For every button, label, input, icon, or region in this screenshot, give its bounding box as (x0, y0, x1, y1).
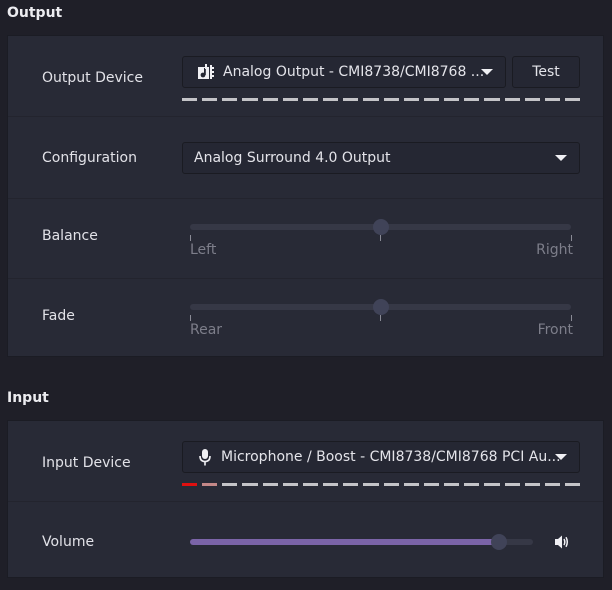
output-device-label: Output Device (42, 70, 143, 86)
configuration-label: Configuration (42, 150, 137, 166)
level-segment (383, 483, 399, 486)
level-segment (222, 98, 238, 101)
chevron-down-icon (555, 454, 567, 460)
level-segment (262, 98, 278, 101)
level-segment (504, 98, 520, 101)
configuration-value: Analog Surround 4.0 Output (194, 150, 391, 166)
balance-right-label: Right (536, 242, 573, 258)
level-segment (262, 483, 278, 486)
level-segment (484, 98, 500, 101)
fade-tick-right (571, 315, 572, 321)
level-segment (222, 483, 238, 486)
level-segment (242, 483, 258, 486)
balance-tick-center (380, 235, 381, 241)
level-segment (343, 98, 359, 101)
output-device-row: Output Device Analog Output - CMI8738/CM… (8, 36, 603, 117)
fade-rear-label: Rear (190, 322, 223, 338)
input-device-row: Input Device Microphone / Boost - CMI873… (8, 421, 603, 502)
speaker-volume-high-icon[interactable] (554, 534, 570, 550)
level-segment (524, 483, 540, 486)
configuration-combo[interactable]: Analog Surround 4.0 Output (182, 142, 580, 174)
level-segment (363, 98, 379, 101)
level-segment (302, 98, 319, 101)
output-section-title: Output (7, 5, 63, 21)
level-segment (564, 483, 581, 486)
level-segment (182, 483, 198, 486)
audio-card-icon (197, 64, 215, 80)
chevron-down-icon (481, 69, 493, 75)
level-segment (202, 483, 218, 486)
test-button[interactable]: Test (512, 56, 580, 88)
balance-slider-handle[interactable] (372, 219, 389, 235)
balance-row: Balance Left Right (8, 198, 603, 279)
volume-slider-fill (190, 539, 499, 545)
level-segment (464, 483, 480, 486)
output-device-combo[interactable]: Analog Output - CMI8738/CMI8768 ... (182, 56, 506, 88)
level-segment (544, 98, 560, 101)
input-level-meter (182, 483, 581, 486)
balance-tick-right (571, 235, 572, 241)
microphone-icon (199, 448, 211, 466)
output-level-meter (182, 98, 581, 101)
level-segment (444, 98, 460, 101)
level-segment (302, 483, 319, 486)
input-panel: Input Device Microphone / Boost - CMI873… (7, 420, 604, 578)
level-segment (363, 483, 379, 486)
chevron-down-icon (555, 155, 567, 161)
level-segment (282, 483, 298, 486)
output-panel: Output Device Analog Output - CMI8738/CM… (7, 35, 604, 357)
level-segment (444, 483, 460, 486)
level-segment (564, 98, 581, 101)
level-segment (403, 98, 419, 101)
input-device-combo[interactable]: Microphone / Boost - CMI8738/CMI8768 PCI… (182, 441, 580, 473)
level-segment (524, 98, 540, 101)
level-segment (323, 98, 339, 101)
input-section-title: Input (7, 390, 49, 406)
fade-slider-handle[interactable] (372, 299, 389, 315)
fade-slider[interactable] (190, 299, 571, 315)
level-segment (423, 483, 440, 486)
volume-slider-handle[interactable] (490, 534, 507, 550)
level-segment (484, 483, 500, 486)
level-segment (202, 98, 218, 101)
balance-tick-left (190, 235, 191, 241)
balance-slider[interactable] (190, 219, 571, 235)
level-segment (343, 483, 359, 486)
volume-slider[interactable] (190, 534, 533, 550)
volume-label: Volume (42, 534, 95, 550)
configuration-row: Configuration Analog Surround 4.0 Output (8, 116, 603, 199)
balance-label: Balance (42, 228, 98, 244)
level-segment (504, 483, 520, 486)
input-device-label: Input Device (42, 455, 131, 471)
fade-tick-center (380, 315, 381, 321)
volume-row: Volume (8, 501, 603, 579)
level-segment (282, 98, 298, 101)
fade-label: Fade (42, 308, 75, 324)
fade-tick-left (190, 315, 191, 321)
level-segment (242, 98, 258, 101)
level-segment (544, 483, 560, 486)
level-segment (403, 483, 419, 486)
level-segment (464, 98, 480, 101)
input-device-value: Microphone / Boost - CMI8738/CMI8768 PCI… (221, 449, 561, 465)
level-segment (182, 98, 198, 101)
level-segment (323, 483, 339, 486)
balance-left-label: Left (190, 242, 217, 258)
output-device-value: Analog Output - CMI8738/CMI8768 ... (223, 64, 485, 80)
level-segment (383, 98, 399, 101)
level-segment (423, 98, 440, 101)
fade-front-label: Front (537, 322, 573, 338)
fade-row: Fade Rear Front (8, 278, 603, 358)
